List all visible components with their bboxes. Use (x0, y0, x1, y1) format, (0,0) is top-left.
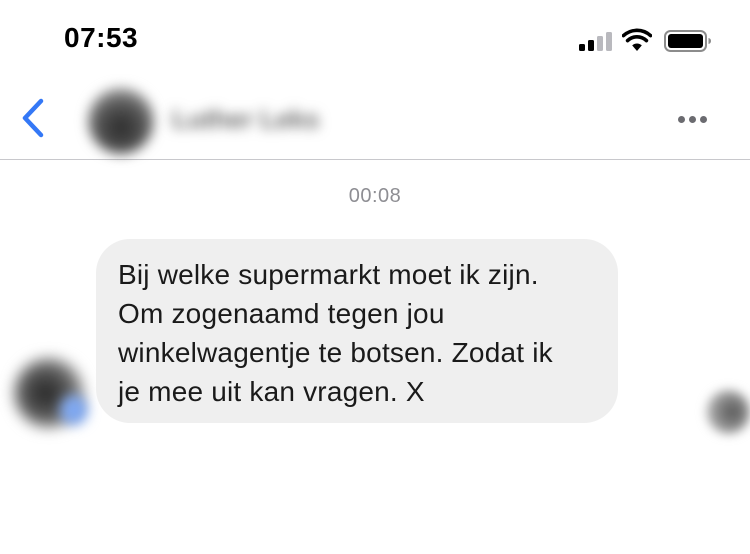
message-text-line: je mee uit kan vragen. X (118, 376, 425, 407)
message-timestamp: 00:08 (348, 185, 402, 207)
battery-icon (664, 30, 711, 52)
cellular-signal-icon (579, 31, 612, 51)
contact-avatar[interactable] (88, 88, 154, 154)
status-bar: 07:53 (0, 0, 750, 80)
ellipsis-icon[interactable] (668, 104, 708, 134)
message-bubble[interactable]: Bij welke supermarkt moet ik zijn. Om zo… (96, 239, 618, 423)
message-text-line: Om zogenaamd tegen jou (118, 298, 445, 329)
message-text-line: winkelwagentje te botsen. Zodat ik (118, 337, 553, 368)
contact-name[interactable]: Luther Leks (172, 104, 319, 135)
status-time: 07:53 (64, 22, 139, 53)
wifi-icon (622, 28, 652, 51)
sender-avatar-badge (60, 395, 88, 425)
chevron-left-icon[interactable] (14, 94, 54, 144)
read-receipt-avatar (706, 390, 750, 434)
message-text-line: Bij welke supermarkt moet ik zijn. (118, 259, 539, 290)
conversation-header: Luther Leks (0, 80, 750, 160)
